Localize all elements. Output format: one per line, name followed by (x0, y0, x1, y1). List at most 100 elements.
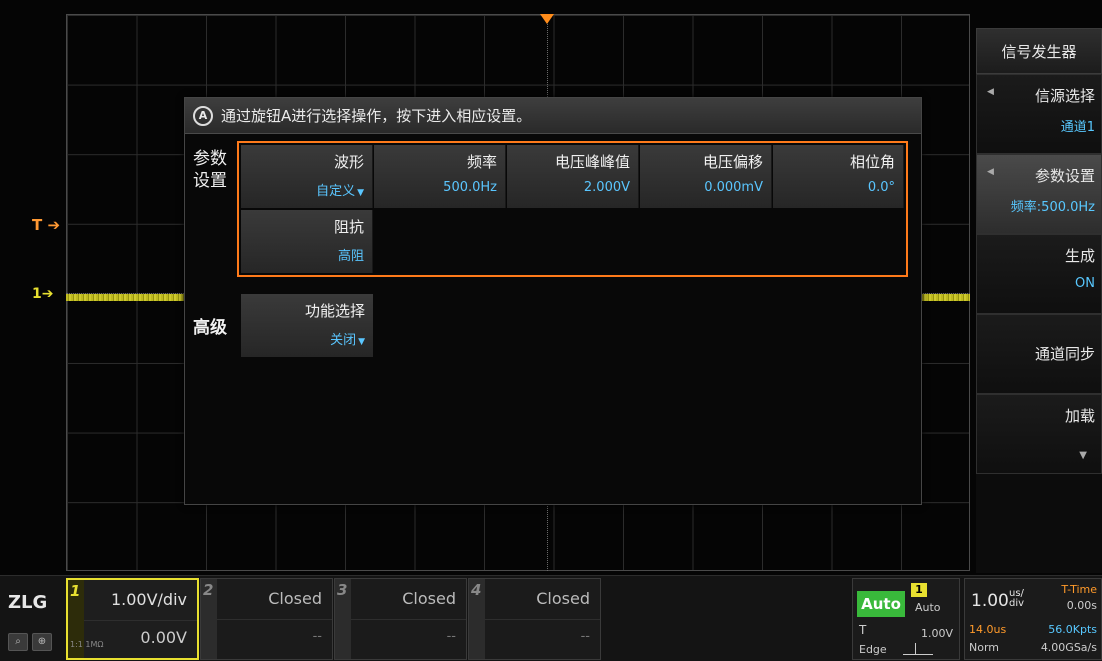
param-label: 电压峰峰值 (554, 153, 630, 171)
divider (485, 619, 600, 620)
trigger-level-marker[interactable]: T ➔ (32, 216, 60, 234)
channel-scale: Closed (536, 589, 590, 608)
ch1-marker-label: 1 (32, 286, 42, 302)
menu-item-label: 参数设置 (1034, 167, 1095, 185)
param-frequency[interactable]: 频率 500.0Hz (374, 145, 506, 208)
trigger-source-badge: 1 (911, 583, 927, 597)
divider (84, 620, 197, 621)
dialog-hint: 通过旋钮A进行选择操作，按下进入相应设置。 (221, 107, 532, 125)
search-icon[interactable]: ⌕ (8, 633, 28, 651)
channel-number: 1 (70, 582, 81, 600)
trigger-position-icon[interactable] (540, 14, 554, 24)
knob-indicator-icon: ◀ (987, 167, 994, 177)
channel-scale: 1.00V/div (110, 590, 187, 609)
chevron-down-icon: ▼ (357, 188, 364, 198)
rising-edge-icon (903, 643, 933, 655)
param-label: 阻抗 (333, 218, 364, 236)
param-value: 0.0° (867, 180, 895, 195)
trigger-mode: Auto (915, 601, 941, 614)
ch1-offset-marker[interactable]: 1➔ (32, 286, 53, 302)
run-mode-badge[interactable]: Auto (857, 591, 905, 617)
menu-item-value: 频率:500.0Hz (1010, 200, 1095, 215)
param-selection-box: 波形 自定义 ▼ 频率 500.0Hz 电压峰峰值 2.000V 电压偏移 0.0… (237, 141, 908, 277)
dialog-header: A 通过旋钮A进行选择操作，按下进入相应设置。 (185, 98, 921, 134)
channel-number: 3 (337, 581, 348, 599)
menu-item-load[interactable]: 加载 ▼ (976, 394, 1102, 474)
param-value-text: 关闭 (330, 333, 357, 348)
menu-item-value: 通道1 (1060, 120, 1095, 135)
signal-generator-dialog: A 通过旋钮A进行选择操作，按下进入相应设置。 参数设置 高级 波形 自定义 ▼ … (184, 97, 922, 505)
param-vpp[interactable]: 电压峰峰值 2.000V (507, 145, 639, 208)
sample-rate: 4.00GSa/s (1040, 641, 1097, 654)
trigger-t-label: T (859, 623, 867, 637)
param-impedance[interactable]: 阻抗 高阻 (241, 210, 373, 273)
param-value: 0.000mV (704, 180, 763, 195)
channel-1-info[interactable]: 1 1.00V/div 0.00V 1:1 1MΩ (66, 578, 199, 660)
param-label: 频率 (466, 153, 497, 171)
status-bar: ZLG ⌕ ⊕ 1 1.00V/div 0.00V 1:1 1MΩ 2 Clos… (0, 575, 1102, 661)
param-value: 关闭 ▼ (241, 329, 365, 348)
channel-offset: 0.00V (140, 628, 187, 647)
divider (351, 619, 466, 620)
param-label: 相位角 (849, 153, 895, 171)
menu-item-channel-sync[interactable]: 通道同步 (976, 314, 1102, 394)
channel-coupling: 1:1 1MΩ (70, 640, 104, 649)
channel-4-info[interactable]: 4 Closed -- (468, 578, 601, 660)
knob-a-icon: A (193, 105, 213, 126)
knob-indicator-icon: ◀ (987, 87, 994, 97)
menu-title: 信号发生器 (976, 28, 1102, 74)
memory-depth: 56.0Kpts (1048, 623, 1097, 636)
advanced-section-label: 高级 (193, 318, 227, 338)
menu-item-value: ON (1075, 276, 1095, 291)
param-offset[interactable]: 电压偏移 0.000mV (640, 145, 772, 208)
param-value: 高阻 (337, 249, 364, 264)
channel-2-info[interactable]: 2 Closed -- (200, 578, 333, 660)
chevron-down-icon: ▼ (1079, 450, 1087, 461)
menu-item-source-select[interactable]: ◀ 信源选择 通道1 (976, 74, 1102, 154)
menu-item-generate[interactable]: 生成 ON (976, 234, 1102, 314)
menu-item-label: 信源选择 (1034, 87, 1095, 105)
trigger-info[interactable]: Auto 1 Auto T 1.00V Edge (852, 578, 960, 660)
channel-offset: -- (312, 629, 322, 644)
time-reference: T-Time (1061, 583, 1097, 596)
menu-item-label: 通道同步 (1034, 345, 1095, 363)
channel-number: 2 (203, 581, 214, 599)
scope-display: T ➔ 1➔ 信号发生器 ◀ 信源选择 通道1 ◀ 参数设置 频率:500.0H… (0, 0, 1102, 575)
divider (217, 619, 332, 620)
param-waveform[interactable]: 波形 自定义 ▼ (241, 145, 373, 208)
menu-item-label: 加载 (1064, 407, 1095, 425)
quick-icons: ⌕ ⊕ (8, 633, 60, 653)
timebase-unit: us/div (1009, 589, 1024, 609)
advanced-function-select[interactable]: 功能选择 关闭 ▼ (241, 294, 373, 357)
channel-offset: -- (446, 629, 456, 644)
acquisition-mode: Norm (969, 641, 1000, 654)
param-value: 500.0Hz (443, 180, 497, 195)
param-value: 2.000V (583, 180, 630, 195)
time-delay: 14.0us (969, 623, 1007, 636)
channel-offset: -- (580, 629, 590, 644)
zlg-logo: ZLG (8, 592, 48, 613)
trigger-level: 1.00V (920, 627, 953, 640)
timebase-info[interactable]: 1.00 us/div T-Time 0.00s 14.0us 56.0Kpts… (964, 578, 1102, 660)
trigger-type: Edge (859, 643, 887, 656)
param-section-label: 参数设置 (193, 149, 227, 191)
timebase-unit-bottom: div (1009, 598, 1025, 609)
param-value-text: 自定义 (316, 184, 356, 199)
timebase-scale: 1.00 (971, 591, 1009, 611)
channel-3-info[interactable]: 3 Closed -- (334, 578, 467, 660)
channel-scale: Closed (402, 589, 456, 608)
zoom-icon[interactable]: ⊕ (32, 633, 52, 651)
channel-scale: Closed (268, 589, 322, 608)
trigger-marker-label: T (32, 216, 43, 234)
param-value: 自定义 ▼ (241, 180, 364, 199)
time-position: 0.00s (1066, 599, 1097, 612)
channel-number: 4 (471, 581, 482, 599)
param-label: 电压偏移 (702, 153, 763, 171)
menu-item-param-settings[interactable]: ◀ 参数设置 频率:500.0Hz (976, 154, 1102, 234)
param-phase[interactable]: 相位角 0.0° (773, 145, 904, 208)
param-label: 波形 (333, 153, 364, 171)
menu-item-label: 生成 (1064, 247, 1095, 265)
chevron-down-icon: ▼ (358, 337, 365, 347)
softkey-menu: 信号发生器 ◀ 信源选择 通道1 ◀ 参数设置 频率:500.0Hz 生成 ON… (976, 28, 1102, 573)
param-label: 功能选择 (304, 302, 365, 320)
